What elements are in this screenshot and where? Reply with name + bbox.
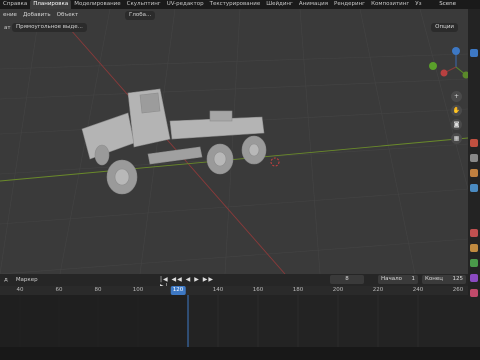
tab-more[interactable]: Уз xyxy=(412,0,424,9)
scene-selector[interactable]: Scene xyxy=(439,0,456,9)
tab-shading[interactable]: Шейдинг xyxy=(263,0,296,9)
status-bar xyxy=(0,347,480,360)
truck-model[interactable] xyxy=(81,88,267,195)
end-value: 125 xyxy=(452,276,464,282)
properties-tabs xyxy=(468,9,480,359)
tab-layout[interactable]: Планировка xyxy=(30,0,72,9)
tab-texture-paint[interactable]: Текстурирование xyxy=(207,0,264,9)
y-axis-line xyxy=(0,137,468,182)
ruler-tick: 80 xyxy=(94,287,102,293)
zoom-icon[interactable]: + xyxy=(451,91,462,102)
ruler-tick: 180 xyxy=(292,287,304,293)
frame-ruler[interactable]: 40 60 80 100 120 140 160 180 200 220 240… xyxy=(0,286,468,295)
constraints-icon[interactable] xyxy=(470,259,478,267)
menu-view[interactable]: ение xyxy=(0,9,20,22)
end-frame-field[interactable]: Конец 125 xyxy=(422,275,466,284)
tool-icon[interactable] xyxy=(470,49,478,57)
end-label: Конец xyxy=(425,276,443,282)
hand-icon[interactable]: ✋ xyxy=(451,105,462,116)
physics-icon[interactable] xyxy=(470,244,478,252)
tab-compositing[interactable]: Композитинг xyxy=(368,0,412,9)
current-frame-field[interactable]: 8 xyxy=(330,275,364,284)
navigation-gizmo[interactable] xyxy=(429,47,468,79)
timeline-grid xyxy=(0,295,419,347)
transform-orientation-dropdown[interactable]: Глоба... xyxy=(125,11,156,20)
menu-add[interactable]: Добавить xyxy=(20,9,54,22)
tab-sculpting[interactable]: Скульптинг xyxy=(124,0,164,9)
ruler-current-frame[interactable]: 120 xyxy=(170,286,186,295)
modifier-icon[interactable] xyxy=(470,184,478,192)
select-mode-dropdown[interactable]: Прямоугольное выде... xyxy=(12,23,87,32)
camera-icon[interactable]: ◙ xyxy=(451,119,462,130)
ruler-tick: 140 xyxy=(212,287,224,293)
playback-controls[interactable]: |◀ ◀◀ ◀ ▶ ▶▶ ▶| xyxy=(160,276,224,290)
start-label: Начало xyxy=(381,276,403,282)
ruler-tick: 160 xyxy=(252,287,264,293)
tab-uv-editing[interactable]: UV-редактор xyxy=(164,0,207,9)
data-icon[interactable] xyxy=(470,274,478,282)
3d-cursor[interactable] xyxy=(270,157,280,167)
grid-icon[interactable]: ▦ xyxy=(451,133,462,144)
start-frame-field[interactable]: Начало 1 xyxy=(378,275,418,284)
menu-view-timeline[interactable]: д xyxy=(0,277,12,283)
options-dropdown[interactable]: Опции xyxy=(431,23,458,32)
ruler-tick: 40 xyxy=(16,287,24,293)
menu-marker[interactable]: Маркер xyxy=(12,277,42,283)
ruler-tick: 260 xyxy=(452,287,464,293)
ruler-tick: 60 xyxy=(55,287,63,293)
ruler-tick: 220 xyxy=(372,287,384,293)
viewport-grid xyxy=(0,9,468,274)
render-icon[interactable] xyxy=(470,139,478,147)
menu-help[interactable]: Справка xyxy=(0,0,30,9)
tab-rendering[interactable]: Рендеринг xyxy=(331,0,368,9)
material-icon[interactable] xyxy=(470,289,478,297)
tab-animation[interactable]: Анимация xyxy=(296,0,331,9)
viewport-header: ение Добавить Объект xyxy=(0,9,468,22)
start-value: 1 xyxy=(411,276,416,282)
ruler-tick: 200 xyxy=(332,287,344,293)
3d-viewport[interactable]: ение Добавить Объект Глоба... ат Прямоуг… xyxy=(0,9,468,274)
workspace-bar: Справка Планировка Моделирование Скульпт… xyxy=(0,0,480,9)
output-icon[interactable] xyxy=(470,154,478,162)
menu-object[interactable]: Объект xyxy=(54,9,82,22)
timeline-area[interactable] xyxy=(0,295,468,347)
object-icon[interactable] xyxy=(470,169,478,177)
tab-modeling[interactable]: Моделирование xyxy=(71,0,123,9)
ruler-tick: 100 xyxy=(132,287,144,293)
particles-icon[interactable] xyxy=(470,229,478,237)
ruler-tick: 240 xyxy=(412,287,424,293)
